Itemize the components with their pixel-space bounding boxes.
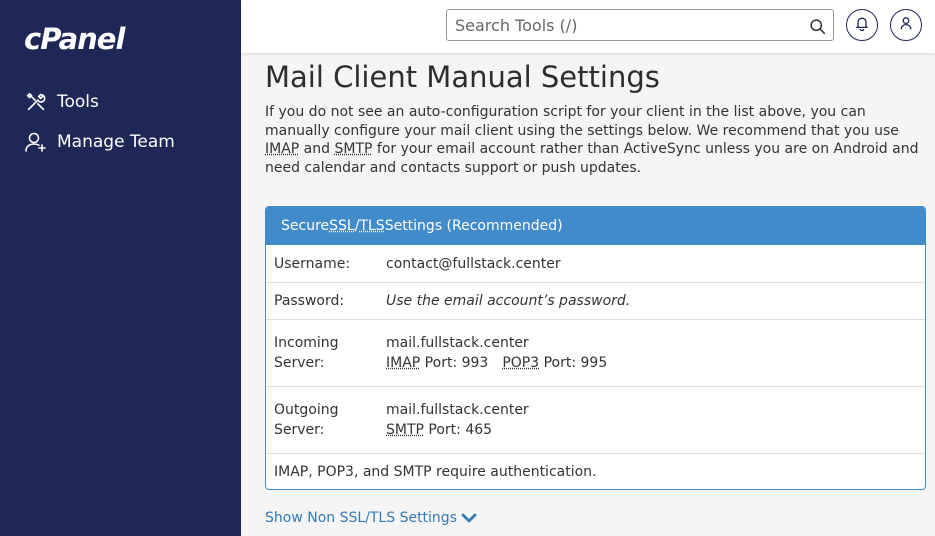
- incoming-label-line: Server:: [274, 355, 325, 371]
- password-row: Password: Use the email account’s passwo…: [266, 282, 925, 319]
- panel-heading: Secure SSL / TLS Settings (Recommended): [266, 207, 925, 245]
- sidebar: cPanel Tools Manage Team: [0, 0, 241, 536]
- incoming-server-row: Incoming Server: mail.fullstack.center I…: [266, 319, 925, 386]
- outgoing-server-value: mail.fullstack.center SMTP Port: 465: [386, 400, 925, 440]
- imap-abbr: IMAP: [386, 355, 421, 371]
- sidebar-item-manage-team[interactable]: Manage Team: [24, 126, 175, 158]
- search-box: [446, 9, 834, 41]
- sidebar-item-tools[interactable]: Tools: [24, 86, 99, 118]
- auth-note: IMAP, POP3, and SMTP require authenticat…: [274, 463, 597, 480]
- page-title: Mail Client Manual Settings: [265, 60, 660, 94]
- sidebar-item-label: Manage Team: [57, 132, 175, 152]
- imap-abbr: IMAP: [265, 141, 300, 157]
- tools-icon: [24, 90, 48, 114]
- search-icon[interactable]: [807, 16, 827, 36]
- password-label: Password:: [274, 293, 345, 309]
- smtp-port: Port: 465: [423, 422, 493, 438]
- incoming-label-line: Incoming: [274, 335, 339, 351]
- smtp-abbr: SMTP: [386, 422, 424, 438]
- user-icon: [898, 15, 914, 35]
- toggle-label: Show Non SSL/TLS Settings: [265, 510, 457, 526]
- username-row: Username: contact@fullstack.center: [266, 245, 925, 282]
- notifications-button[interactable]: [846, 9, 878, 41]
- outgoing-host: mail.fullstack.center: [386, 402, 529, 418]
- smtp-abbr: SMTP: [334, 141, 373, 157]
- panel-heading-text: Secure: [281, 218, 330, 234]
- incoming-server-value: mail.fullstack.center IMAP Port: 993 POP3…: [386, 333, 925, 373]
- outgoing-server-label: Outgoing Server:: [266, 400, 386, 440]
- user-menu-button[interactable]: [890, 9, 922, 41]
- pop3-abbr: POP3: [502, 355, 540, 371]
- panel-heading-text: Settings (Recommended): [384, 218, 563, 234]
- sidebar-item-label: Tools: [57, 92, 99, 112]
- tls-abbr: TLS: [359, 218, 385, 234]
- outgoing-label-line: Server:: [274, 422, 325, 438]
- pop3-port: Port: 995: [539, 355, 608, 371]
- auth-note-row: IMAP, POP3, and SMTP require authenticat…: [266, 453, 925, 489]
- incoming-host: mail.fullstack.center: [386, 335, 529, 351]
- intro-text: If you do not see an auto-configuration …: [265, 103, 927, 177]
- imap-port: Port: 993: [420, 355, 489, 371]
- show-non-ssl-settings-link[interactable]: Show Non SSL/TLS Settings: [265, 510, 477, 526]
- password-value: Use the email account’s password.: [386, 293, 631, 309]
- username-value: contact@fullstack.center: [386, 255, 561, 272]
- bell-icon: [854, 15, 870, 35]
- manage-team-icon: [24, 130, 48, 154]
- intro-text-part: and: [299, 141, 335, 157]
- top-header: [241, 0, 935, 53]
- ssl-abbr: SSL: [329, 218, 355, 234]
- username-label: Username:: [274, 255, 351, 272]
- outgoing-label-line: Outgoing: [274, 402, 339, 418]
- cpanel-logo[interactable]: cPanel: [24, 22, 125, 56]
- outgoing-server-row: Outgoing Server: mail.fullstack.center S…: [266, 386, 925, 453]
- search-input[interactable]: [447, 10, 787, 40]
- outgoing-ports: SMTP Port: 465: [386, 420, 925, 440]
- intro-text-part: If you do not see an auto-configuration …: [265, 104, 899, 139]
- chevron-down-icon: [461, 512, 477, 524]
- secure-settings-panel: Secure SSL / TLS Settings (Recommended) Us…: [265, 206, 926, 490]
- incoming-ports: IMAP Port: 993 POP3 Port: 995: [386, 353, 925, 373]
- incoming-server-label: Incoming Server:: [266, 333, 386, 373]
